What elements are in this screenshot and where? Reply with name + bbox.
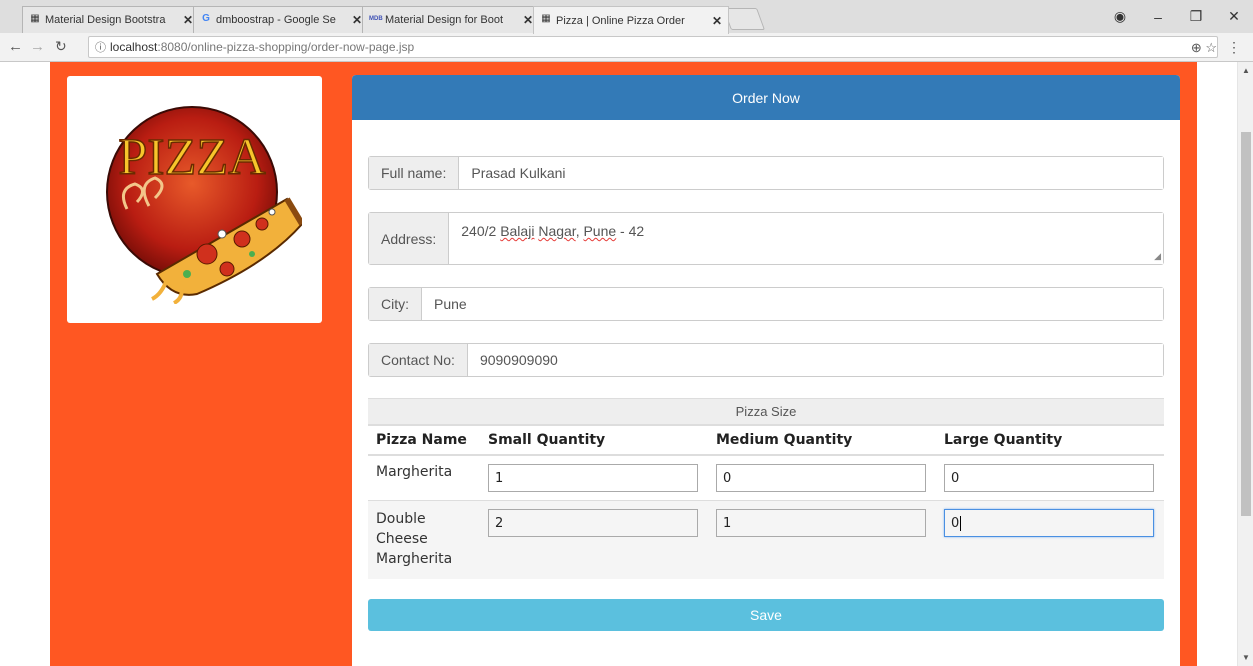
browser-tab-active[interactable]: ▦ Pizza | Online Pizza Order ✕ bbox=[533, 6, 729, 34]
back-arrow-icon[interactable]: ← bbox=[8, 38, 23, 55]
panel-body: Full name: Prasad Kulkani Address: 240/2… bbox=[352, 120, 1180, 631]
large-quantity-input[interactable]: 0 bbox=[944, 464, 1154, 492]
close-icon[interactable]: ✕ bbox=[183, 13, 193, 27]
contact-group: Contact No: 9090909090 bbox=[368, 343, 1164, 377]
large-quantity-value: 0 bbox=[951, 515, 960, 531]
table-row: Margherita 1 0 0 bbox=[368, 454, 1164, 501]
tab-title: Material Design for Boot bbox=[385, 14, 503, 26]
medium-quantity-input[interactable]: 0 bbox=[716, 464, 926, 492]
fullname-input[interactable]: Prasad Kulkani bbox=[459, 157, 1163, 189]
browser-toolbar: ← → ↻ ⓘ localhost :8080/online-pizza-sho… bbox=[0, 33, 1253, 62]
pizza-logo-icon: PIZZA bbox=[106, 106, 302, 304]
address-group: Address: 240/2 Balaji Nagar, Pune - 42 ◢ bbox=[368, 212, 1164, 265]
scroll-thumb[interactable] bbox=[1241, 132, 1251, 516]
column-header: Medium Quantity bbox=[708, 426, 936, 456]
reload-icon[interactable]: ↻ bbox=[55, 38, 67, 55]
address-text: 240/2 Balaji Nagar, Pune - 42 bbox=[461, 223, 645, 239]
forward-arrow-icon[interactable]: → bbox=[30, 38, 45, 55]
restore-icon[interactable]: ❐ bbox=[1177, 8, 1215, 25]
pizza-size-table: Pizza Name Small Quantity Medium Quantit… bbox=[368, 426, 1164, 579]
address-textarea[interactable]: 240/2 Balaji Nagar, Pune - 42 ◢ bbox=[449, 213, 1163, 264]
browser-tab[interactable]: ▦ Material Design Bootstra ✕ bbox=[22, 6, 200, 33]
column-header: Large Quantity bbox=[936, 426, 1164, 456]
city-label: City: bbox=[369, 288, 422, 320]
page-viewport: PIZZA Order Now Full name: Prasad Kulkan… bbox=[0, 62, 1237, 666]
close-icon[interactable]: ✕ bbox=[523, 13, 533, 27]
contact-label: Contact No: bbox=[369, 344, 468, 376]
table-row: Double Cheese Margherita 2 1 0 bbox=[368, 500, 1164, 579]
minimize-icon[interactable]: – bbox=[1139, 9, 1177, 25]
scroll-up-arrow-icon[interactable]: ▲ bbox=[1238, 66, 1253, 75]
new-tab-button[interactable] bbox=[722, 8, 766, 30]
close-window-icon[interactable]: ✕ bbox=[1215, 8, 1253, 25]
pizza-name: Double Cheese Margherita bbox=[368, 500, 480, 579]
page-scrollbar[interactable]: ▲ ▼ bbox=[1237, 62, 1253, 666]
browser-tab[interactable]: MDB Material Design for Boot ✕ bbox=[362, 6, 540, 33]
panel-heading: Order Now bbox=[352, 75, 1180, 120]
city-input[interactable]: Pune bbox=[422, 288, 1163, 320]
small-quantity-input[interactable]: 1 bbox=[488, 464, 698, 492]
profile-icon[interactable]: ◉ bbox=[1101, 8, 1139, 25]
page-icon: ▦ bbox=[541, 13, 551, 24]
tab-title: Material Design Bootstra bbox=[45, 14, 166, 26]
logo-text: PIZZA bbox=[118, 129, 266, 186]
address-bar[interactable]: ⓘ localhost :8080/online-pizza-shopping/… bbox=[88, 36, 1218, 58]
tab-title: Pizza | Online Pizza Order bbox=[556, 14, 685, 27]
column-header: Small Quantity bbox=[480, 426, 708, 456]
pizza-name: Margherita bbox=[368, 454, 480, 501]
browser-tab[interactable]: G dmboostrap - Google Se ✕ bbox=[193, 6, 369, 33]
text-caret bbox=[960, 515, 962, 531]
google-icon: G bbox=[202, 13, 210, 24]
mdb-icon: MDB bbox=[369, 16, 383, 22]
large-cell: 0 bbox=[936, 454, 1164, 501]
medium-cell: 1 bbox=[708, 500, 936, 579]
info-icon[interactable]: ⓘ bbox=[95, 39, 106, 55]
fullname-group: Full name: Prasad Kulkani bbox=[368, 156, 1164, 190]
small-quantity-input[interactable]: 2 bbox=[488, 509, 698, 537]
small-cell: 2 bbox=[480, 500, 708, 579]
small-cell: 1 bbox=[480, 454, 708, 501]
column-header: Pizza Name bbox=[368, 426, 480, 456]
tab-title: dmboostrap - Google Se bbox=[216, 14, 336, 26]
order-panel: Order Now Full name: Prasad Kulkani Addr… bbox=[352, 75, 1180, 666]
large-cell: 0 bbox=[936, 500, 1164, 579]
fullname-label: Full name: bbox=[369, 157, 460, 189]
url-path: :8080/online-pizza-shopping/order-now-pa… bbox=[157, 40, 415, 54]
url-host: localhost bbox=[110, 40, 158, 54]
browser-tab-strip: ▦ Material Design Bootstra ✕ G dmboostra… bbox=[0, 0, 1253, 34]
window-controls: ◉ – ❐ ✕ bbox=[1101, 0, 1253, 33]
close-icon[interactable]: ✕ bbox=[712, 14, 722, 28]
page-icon: ▦ bbox=[30, 13, 40, 24]
contact-input[interactable]: 9090909090 bbox=[467, 344, 1163, 376]
resize-handle-icon[interactable]: ◢ bbox=[1154, 251, 1161, 262]
address-label: Address: bbox=[369, 213, 450, 264]
save-button[interactable]: Save bbox=[368, 599, 1164, 631]
medium-cell: 0 bbox=[708, 454, 936, 501]
city-group: City: Pune bbox=[368, 287, 1164, 321]
large-quantity-input-focused[interactable]: 0 bbox=[944, 509, 1154, 537]
medium-quantity-input[interactable]: 1 bbox=[716, 509, 926, 537]
page-background: PIZZA Order Now Full name: Prasad Kulkan… bbox=[50, 62, 1197, 666]
close-icon[interactable]: ✕ bbox=[352, 13, 362, 27]
scroll-down-arrow-icon[interactable]: ▼ bbox=[1238, 653, 1253, 662]
menu-dots-icon[interactable]: ⋮ bbox=[1227, 39, 1241, 56]
pizza-size-header: Pizza Size bbox=[368, 398, 1164, 426]
logo-card: PIZZA bbox=[67, 76, 322, 323]
zoom-icon[interactable]: ⊕ ☆ bbox=[1191, 40, 1217, 56]
